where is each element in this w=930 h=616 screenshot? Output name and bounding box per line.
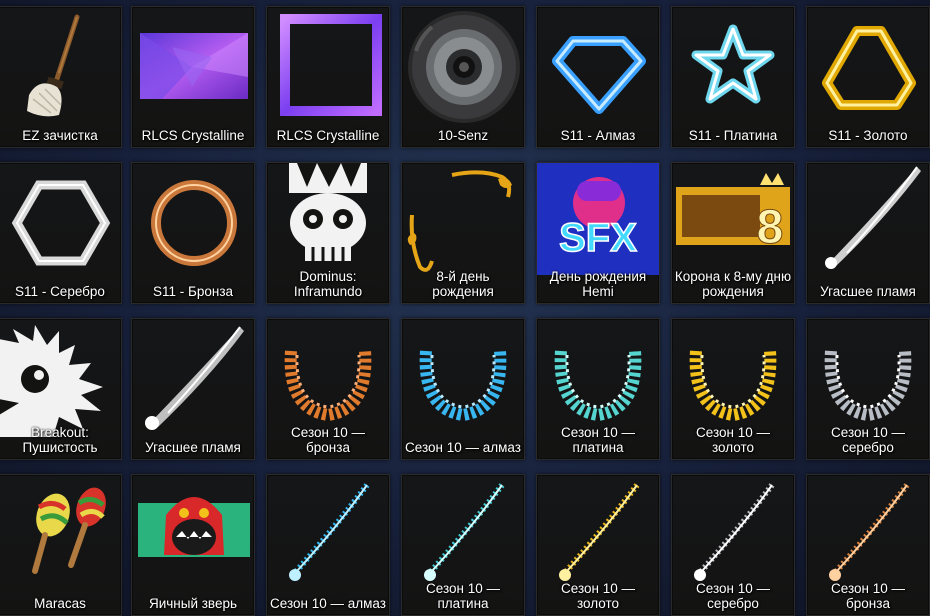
gold-triangle-icon xyxy=(807,7,929,125)
item-label: S11 - Бронза xyxy=(152,284,234,299)
item-label: Угасшее пламя xyxy=(820,284,916,299)
item-label: Сезон 10 — алмаз xyxy=(405,440,521,455)
ornament-frame-icon xyxy=(402,163,524,281)
fluffy-decal-icon xyxy=(0,319,121,437)
diamond-icon xyxy=(537,7,659,125)
item-tile[interactable]: Maracas xyxy=(0,474,122,616)
item-label: День рождения Hemi xyxy=(549,269,647,299)
item-label: S11 - Серебро xyxy=(15,284,105,299)
item-tile[interactable]: Яичный зверь xyxy=(131,474,255,616)
item-label: Сезон 10 — золото xyxy=(696,425,770,455)
item-label: Сезон 10 — алмаз xyxy=(270,596,386,611)
silver-trail-icon xyxy=(672,475,794,593)
diamond-boost-ring-icon xyxy=(402,319,524,437)
item-label: RLCS Crystalline xyxy=(141,128,245,143)
flame-streak-icon xyxy=(132,319,254,437)
item-label: Сезон 10 — золото xyxy=(561,581,635,611)
item-label: Угасшее пламя xyxy=(145,440,241,455)
item-label: Сезон 10 — бронза xyxy=(291,425,365,455)
item-tile[interactable]: Сезон 10 — платина xyxy=(536,318,660,460)
star-icon xyxy=(672,7,794,125)
item-tile[interactable]: Угасшее пламя xyxy=(806,162,930,304)
platinum-boost-ring-icon xyxy=(537,319,659,437)
item-label: Breakout: Пушистость xyxy=(22,425,98,455)
item-tile[interactable]: 8-й день рождения xyxy=(401,162,525,304)
item-tile[interactable]: RLCS Crystalline xyxy=(266,6,390,148)
diamond-trail-icon xyxy=(267,475,389,593)
platinum-trail-icon xyxy=(402,475,524,593)
hexagon-icon xyxy=(0,163,121,281)
item-label: Корона к 8-му дню рождения xyxy=(674,269,792,299)
item-tile[interactable]: Сезон 10 — серебро xyxy=(806,318,930,460)
maracas-icon xyxy=(0,475,121,593)
item-label: S11 - Алмаз xyxy=(560,128,636,143)
item-label: 10-Senz xyxy=(437,128,489,143)
svg-text:SFX: SFX xyxy=(559,216,637,260)
bronze-ring-icon xyxy=(132,163,254,281)
item-label: Сезон 10 — серебро xyxy=(696,581,770,611)
item-label: Яичный зверь xyxy=(148,596,238,611)
item-tile[interactable]: Сезон 10 — серебро xyxy=(671,474,795,616)
item-label: RLCS Crystalline xyxy=(276,128,380,143)
item-label: Сезон 10 — платина xyxy=(426,581,500,611)
item-label: Сезон 10 — платина xyxy=(561,425,635,455)
item-label: Maracas xyxy=(34,596,86,611)
item-tile[interactable]: EZ зачистка xyxy=(0,6,122,148)
item-tile[interactable]: Сезон 10 — золото xyxy=(536,474,660,616)
gold-trail-icon xyxy=(537,475,659,593)
item-tile[interactable]: SFX День рождения Hemi xyxy=(536,162,660,304)
item-tile[interactable]: Сезон 10 — алмаз xyxy=(401,318,525,460)
bronze-boost-ring-icon xyxy=(267,319,389,437)
item-label: 8-й день рождения xyxy=(432,269,494,299)
item-tile[interactable]: 10-Senz xyxy=(401,6,525,148)
crystalline-frame-icon xyxy=(267,7,389,125)
item-tile[interactable]: Сезон 10 — бронза xyxy=(266,318,390,460)
inventory-grid: EZ зачистка RLCS Crystalline RLCS Crysta… xyxy=(0,0,930,616)
egg-beast-icon xyxy=(132,475,254,593)
item-label: Сезон 10 — серебро xyxy=(831,425,905,455)
item-tile[interactable]: S11 - Алмаз xyxy=(536,6,660,148)
silver-boost-ring-icon xyxy=(807,319,929,437)
item-label: Dominus: Inframundo xyxy=(293,269,363,299)
item-tile[interactable]: Угасшее пламя xyxy=(131,318,255,460)
gold-boost-ring-icon xyxy=(672,319,794,437)
item-tile[interactable]: Сезон 10 — алмаз xyxy=(266,474,390,616)
item-tile[interactable]: Сезон 10 — бронза xyxy=(806,474,930,616)
sfx-banner-icon: SFX xyxy=(537,163,659,281)
broom-icon xyxy=(0,7,121,125)
wheel-icon xyxy=(402,7,524,125)
item-label: S11 - Платина xyxy=(688,128,778,143)
item-label: EZ зачистка xyxy=(22,128,98,143)
item-tile[interactable]: Сезон 10 — платина xyxy=(401,474,525,616)
crystalline-decal-icon xyxy=(132,7,254,125)
item-tile[interactable]: S11 - Бронза xyxy=(131,162,255,304)
item-tile[interactable]: S11 - Серебро xyxy=(0,162,122,304)
item-label: S11 - Золото xyxy=(828,128,908,143)
svg-text:8: 8 xyxy=(757,201,784,254)
item-tile[interactable]: Сезон 10 — золото xyxy=(671,318,795,460)
item-tile[interactable]: 8 Корона к 8-му дню рождения xyxy=(671,162,795,304)
bronze-trail-icon xyxy=(807,475,929,593)
item-tile[interactable]: S11 - Платина xyxy=(671,6,795,148)
item-tile[interactable]: Dominus: Inframundo xyxy=(266,162,390,304)
item-tile[interactable]: RLCS Crystalline xyxy=(131,6,255,148)
crown-banner-icon: 8 xyxy=(672,163,794,281)
skull-mask-icon xyxy=(267,163,389,281)
item-tile[interactable]: S11 - Золото xyxy=(806,6,930,148)
item-label: Сезон 10 — бронза xyxy=(831,581,905,611)
item-tile[interactable]: Breakout: Пушистость xyxy=(0,318,122,460)
flame-streak-icon xyxy=(807,163,929,281)
